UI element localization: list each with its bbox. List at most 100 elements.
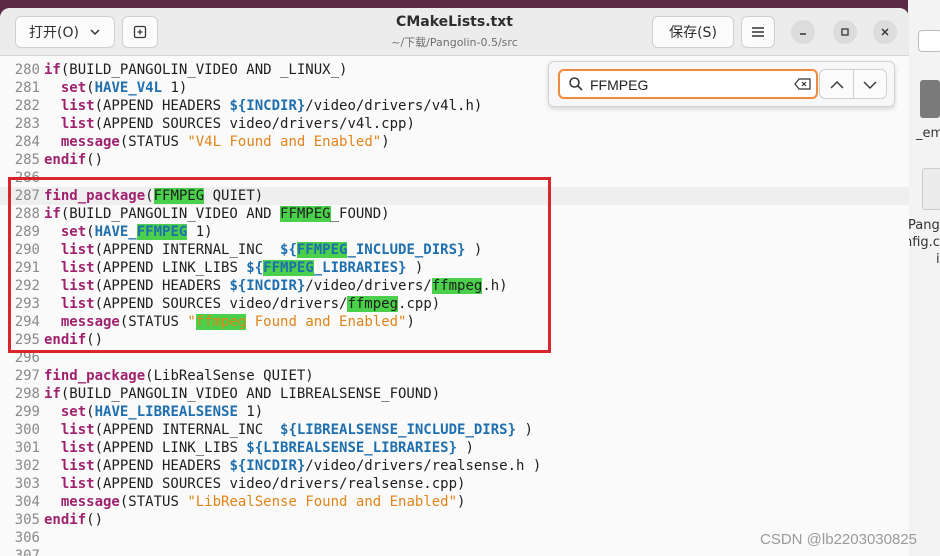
line-number: 298 (14, 386, 40, 402)
desktop-scroll-icon (918, 30, 940, 52)
code-token: list (60, 422, 95, 438)
highlight-box (8, 177, 551, 353)
code-line[interactable]: 301 list(APPEND LINK_LIBS ${LIBREALSENSE… (0, 439, 909, 457)
line-number: 280 (14, 62, 40, 78)
search-next-icon[interactable] (863, 80, 877, 90)
line-number: 297 (14, 368, 40, 384)
desktop-doc-icon (922, 168, 940, 210)
code-token: ${INCDIR} (229, 98, 306, 114)
code-token: 1) (237, 404, 264, 420)
code-text: set(HAVE_LIBREALSENSE 1) (44, 403, 263, 421)
code-line[interactable]: 297 find_package(LibRealSense QUIET) (0, 367, 909, 385)
code-line[interactable]: 303 list(APPEND SOURCES video/drivers/re… (0, 475, 909, 493)
code-token: (STATUS (119, 134, 188, 150)
code-token: "V4L Found and Enabled" (187, 134, 382, 150)
maximize-button[interactable] (833, 20, 857, 44)
line-number: 301 (14, 440, 40, 456)
code-text: list(APPEND HEADERS ${INCDIR}/video/driv… (44, 97, 482, 115)
search-previous-icon[interactable] (830, 80, 844, 90)
code-line[interactable]: 300 list(APPEND INTERNAL_INC ${LIBREALSE… (0, 421, 909, 439)
code-text: endif() (44, 151, 103, 169)
code-token: list (60, 98, 95, 114)
code-line[interactable]: 284 message(STATUS "V4L Found and Enable… (0, 133, 909, 151)
code-text: list(APPEND SOURCES video/drivers/v4l.cp… (44, 115, 415, 133)
desktop-file-label: _em (916, 126, 940, 141)
search-input[interactable]: FFMPEG (590, 77, 648, 93)
line-number: 299 (14, 404, 40, 420)
line-number: 284 (14, 134, 40, 150)
code-token: (APPEND HEADERS (94, 98, 230, 114)
line-number: 306 (14, 530, 40, 546)
watermark: CSDN @lb2203030825 (760, 531, 917, 548)
code-line[interactable]: 302 list(APPEND HEADERS ${INCDIR}/video/… (0, 457, 909, 475)
minimize-button[interactable] (791, 20, 815, 44)
line-number: 304 (14, 494, 40, 510)
code-token: HAVE_LIBREALSENSE (94, 404, 238, 420)
menu-button[interactable] (741, 16, 775, 48)
code-line[interactable]: 305 endif() (0, 511, 909, 529)
code-token: /video/drivers/v4l.h) (305, 98, 483, 114)
header-bar: 打开(O) CMakeLists.txt ~/下载/Pangolin-0.5/s… (0, 8, 909, 56)
code-token: list (60, 440, 95, 456)
save-button[interactable]: 保存(S) (652, 16, 734, 48)
search-nav-divider (853, 70, 854, 98)
close-icon (881, 28, 889, 36)
code-token: ${INCDIR} (229, 458, 306, 474)
background-desktop-panel: _em Pango nfig.c i (908, 0, 940, 556)
code-line[interactable]: 299 set(HAVE_LIBREALSENSE 1) (0, 403, 909, 421)
desktop-doc-label: Pango (908, 218, 940, 233)
code-token: find_package (44, 368, 146, 384)
code-text: if(BUILD_PANGOLIN_VIDEO AND LIBREALSENSE… (44, 385, 440, 403)
desktop-file-icon (920, 80, 940, 118)
code-token: ) (457, 440, 474, 456)
code-text: message(STATUS "V4L Found and Enabled") (44, 133, 390, 151)
close-button[interactable] (873, 20, 897, 44)
line-number: 302 (14, 458, 40, 474)
search-icon (569, 77, 583, 91)
code-text: list(APPEND INTERNAL_INC ${LIBREALSENSE_… (44, 421, 533, 439)
code-token: set (60, 80, 87, 96)
code-token: ( (86, 80, 95, 96)
code-token: (STATUS (119, 494, 188, 510)
code-line[interactable]: 304 message(STATUS "LibRealSense Found a… (0, 493, 909, 511)
code-token: (APPEND SOURCES video/drivers/realsense.… (94, 476, 466, 492)
code-text: list(APPEND SOURCES video/drivers/realse… (44, 475, 466, 493)
search-field[interactable]: FFMPEG (558, 69, 818, 99)
code-text: message(STATUS "LibRealSense Found and E… (44, 493, 466, 511)
line-number: 303 (14, 476, 40, 492)
code-token: (APPEND HEADERS (94, 458, 230, 474)
search-bar: FFMPEG (548, 61, 895, 107)
code-token: "LibRealSense Found and Enabled" (187, 494, 458, 510)
code-token: list (60, 476, 95, 492)
save-label: 保存(S) (669, 25, 717, 41)
code-line[interactable]: 283 list(APPEND SOURCES video/drivers/v4… (0, 115, 909, 133)
code-token: ) (516, 422, 533, 438)
line-number: 283 (14, 116, 40, 132)
code-line[interactable]: 298 if(BUILD_PANGOLIN_VIDEO AND LIBREALSE… (0, 385, 909, 403)
code-token: (APPEND LINK_LIBS (94, 440, 247, 456)
code-text: if(BUILD_PANGOLIN_VIDEO AND _LINUX_) (44, 61, 347, 79)
code-line[interactable]: 307 (0, 547, 909, 556)
line-number: 285 (14, 152, 40, 168)
line-number: 305 (14, 512, 40, 528)
code-token: /video/drivers/realsense.h ) (305, 458, 542, 474)
code-token: (BUILD_PANGOLIN_VIDEO AND LIBREALSENSE_F… (60, 386, 441, 402)
code-text: set(HAVE_V4L 1) (44, 79, 187, 97)
hamburger-icon (752, 27, 764, 37)
line-number: 307 (14, 548, 40, 556)
code-token: ${LIBREALSENSE_LIBRARIES} (246, 440, 458, 456)
code-line[interactable]: 285 endif() (0, 151, 909, 169)
code-text: list(APPEND LINK_LIBS ${LIBREALSENSE_LIB… (44, 439, 474, 457)
code-token: list (60, 458, 95, 474)
clear-text-icon[interactable] (794, 78, 812, 90)
desktop-doc-label-2: nfig.c (908, 235, 940, 250)
line-number: 300 (14, 422, 40, 438)
